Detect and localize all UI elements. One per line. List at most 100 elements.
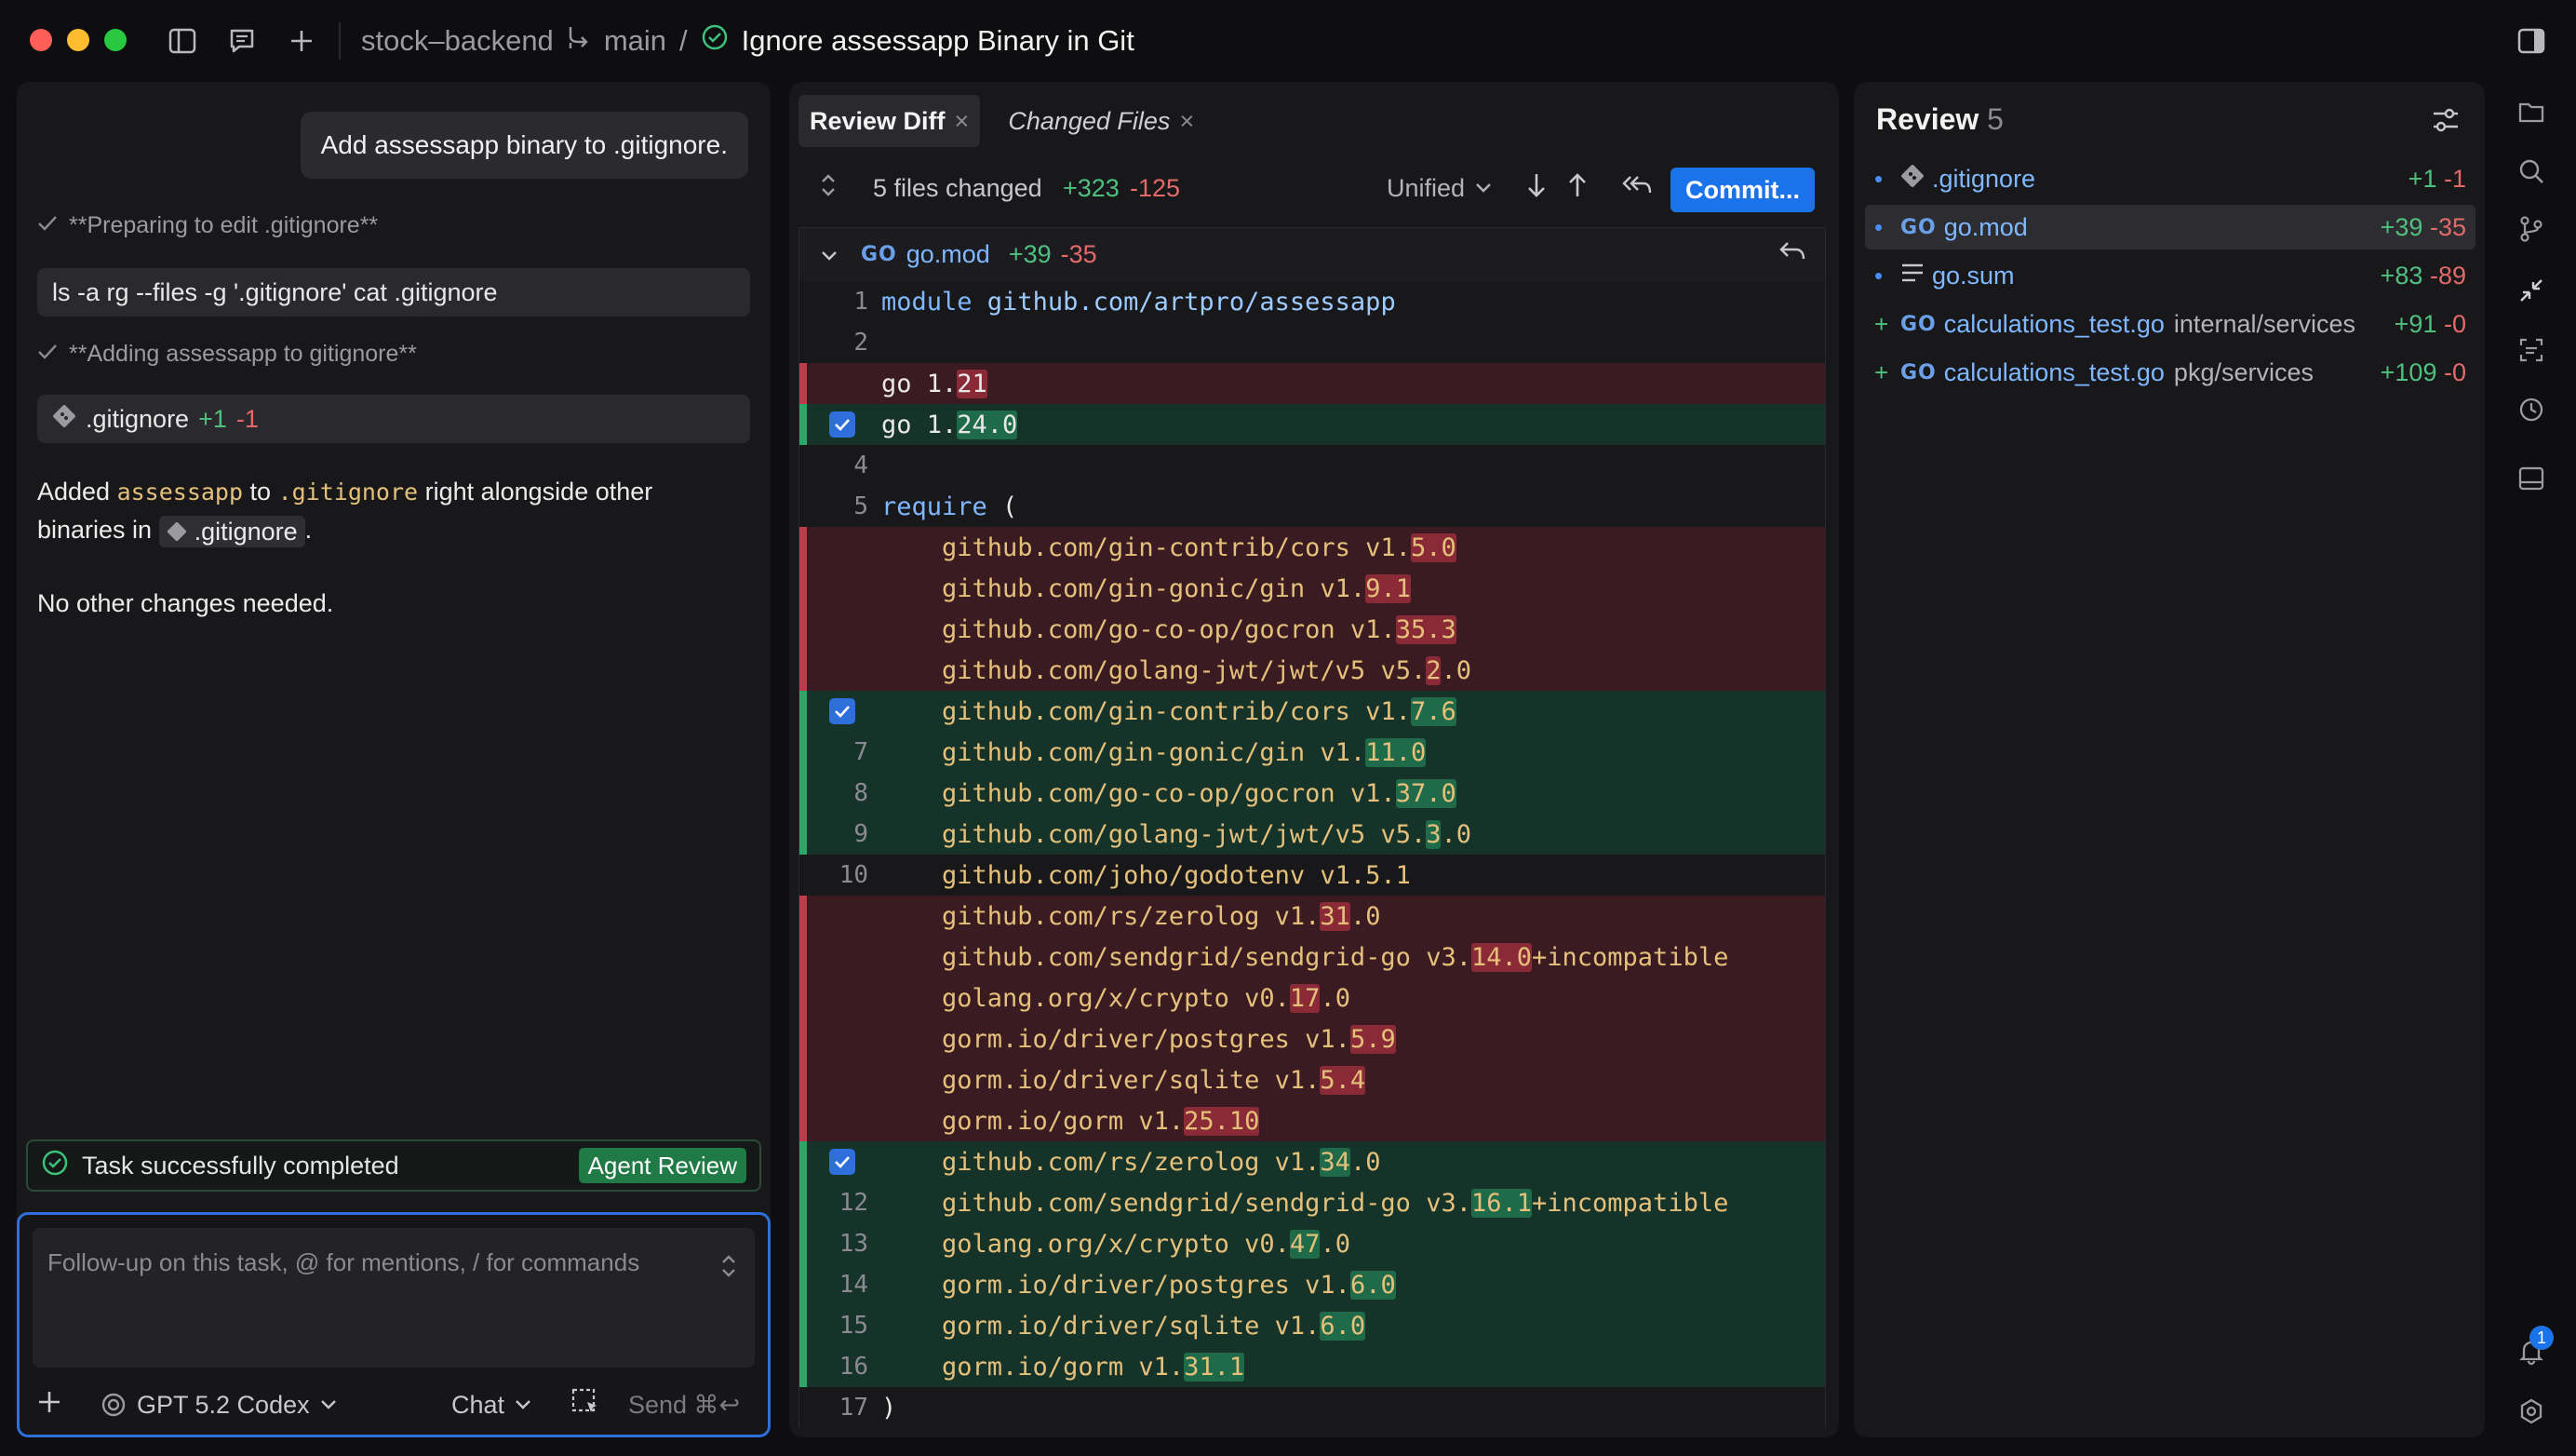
code-token: gorm.io/driver/sqlite (881, 1311, 1275, 1341)
sidebar-toggle-icon[interactable] (164, 22, 201, 60)
terminal-panel-icon[interactable] (2513, 460, 2550, 497)
previous-change-icon[interactable] (1565, 171, 1590, 206)
settings-icon[interactable] (2513, 1393, 2550, 1430)
follow-up-input[interactable]: Follow-up on this task, @ for mentions, … (33, 1228, 755, 1368)
select-region-icon[interactable] (570, 1387, 600, 1423)
review-file-stats: +109 -0 (2381, 358, 2466, 387)
close-icon[interactable]: × (955, 107, 970, 136)
change-marker: • (1874, 212, 1884, 241)
expand-all-icon[interactable] (819, 171, 838, 206)
line-number (799, 1018, 874, 1059)
code-token: .0 (1320, 983, 1350, 1013)
step-item[interactable]: **Adding assessapp to gitignore** (37, 341, 417, 368)
title-bar: stock–backend main / Ignore assessapp Bi… (0, 0, 2576, 82)
review-count: 5 (1987, 102, 2004, 136)
diff-line: 2 (799, 322, 1825, 363)
file-chip[interactable]: .gitignore (158, 515, 305, 547)
code-token: v1. (1274, 1311, 1321, 1341)
expand-icon[interactable] (719, 1252, 738, 1285)
scan-icon[interactable] (2513, 331, 2550, 369)
code-text: github.com/sendgrid/sendgrid-go v3.16.1+… (874, 1188, 1728, 1218)
line-number (799, 404, 874, 445)
agent-review-button[interactable]: Agent Review (578, 1148, 746, 1183)
branch-name[interactable]: main (604, 24, 666, 58)
review-file-item[interactable]: • GO go.mod +39 -35 (1865, 205, 2475, 249)
diff-line-added: 16 gorm.io/gorm v1.31.1 (799, 1346, 1825, 1387)
assistant-reply: Added assessapp to .gitignore right alon… (37, 473, 745, 548)
revert-all-icon[interactable] (1621, 172, 1653, 205)
reply-text: Added (37, 478, 117, 506)
right-panel-toggle-icon[interactable] (2513, 22, 2550, 60)
line-checkbox[interactable] (829, 698, 855, 724)
history-icon[interactable] (2513, 391, 2550, 428)
step-item[interactable]: **Preparing to edit .gitignore** (37, 212, 378, 239)
command-block[interactable]: ls -a rg --files -g '.gitignore' cat .gi… (37, 268, 750, 317)
code-token: gorm.io/driver/postgres (881, 1270, 1306, 1300)
filter-settings-icon[interactable] (2431, 106, 2461, 139)
file-change-chip[interactable]: .gitignore +1 -1 (37, 395, 750, 443)
changed-token: 35.3 (1395, 614, 1456, 644)
notifications-bell-icon[interactable]: 1 (2513, 1326, 2554, 1370)
code-text: ) (874, 1394, 896, 1422)
close-window-button[interactable] (30, 29, 52, 51)
view-mode-dropdown[interactable]: Unified (1387, 174, 1493, 203)
line-checkbox[interactable] (829, 1149, 855, 1175)
review-file-stats: +83 -89 (2381, 262, 2466, 290)
folder-icon[interactable] (2513, 93, 2550, 130)
diff-file-header[interactable]: GO go.mod +39 -35 (798, 227, 1826, 281)
step-text: **Adding assessapp to gitignore** (69, 341, 417, 367)
diff-line-removed: github.com/rs/zerolog v1.31.0 (799, 896, 1825, 937)
inline-code: assessapp (116, 479, 244, 506)
code-token: v1. (1274, 1065, 1321, 1095)
code-token: github.com/joho/godotenv v1.5.1 (881, 860, 1411, 890)
code-text: gorm.io/driver/sqlite v1.5.4 (874, 1065, 1366, 1095)
line-checkbox[interactable] (829, 411, 855, 438)
line-number (799, 650, 874, 691)
send-button[interactable]: Send ⌘↩ (628, 1391, 740, 1420)
model-selector[interactable]: GPT 5.2 Codex (100, 1391, 338, 1420)
line-number: 7 (853, 738, 868, 766)
diff-line-added: github.com/rs/zerolog v1.34.0 (799, 1141, 1825, 1182)
next-change-icon[interactable] (1524, 171, 1549, 206)
reply-text: to (243, 478, 278, 506)
code-token: v1. (1349, 778, 1396, 808)
plus-icon[interactable] (36, 1389, 62, 1422)
total-deletions: -125 (1130, 173, 1181, 202)
review-file-item[interactable]: • go.sum +83 -89 (1865, 253, 2475, 298)
minimize-window-button[interactable] (67, 29, 89, 51)
collapse-chevron-icon[interactable] (820, 240, 839, 269)
code-token: github.com/go-co-op/gocron (881, 778, 1350, 808)
new-task-icon[interactable] (283, 22, 320, 60)
tab-changed-files[interactable]: Changed Files × (997, 95, 1205, 147)
composer-toolbar: GPT 5.2 Codex Chat Send ⌘↩ (20, 1379, 768, 1431)
task-title: Ignore assessapp Binary in Git (741, 24, 1134, 57)
review-file-stats: +39 -35 (2381, 213, 2466, 242)
project-name[interactable]: stock–backend (361, 24, 554, 58)
maximize-window-button[interactable] (104, 29, 127, 51)
close-icon[interactable]: × (1179, 107, 1194, 136)
mode-selector[interactable]: Chat (451, 1391, 532, 1420)
tab-label: Review Diff (810, 106, 946, 135)
compare-icon[interactable] (2513, 272, 2550, 309)
search-icon[interactable] (2513, 153, 2550, 190)
code-token: gorm.io/gorm (881, 1352, 1139, 1382)
chat-panel: Add assessapp binary to .gitignore. **Pr… (17, 82, 771, 1437)
revert-file-icon[interactable] (1778, 239, 1806, 270)
changed-token: 6.0 (1320, 1311, 1366, 1341)
source-control-icon[interactable] (2513, 210, 2550, 248)
chat-icon[interactable] (223, 22, 261, 60)
commit-button[interactable]: Commit... (1670, 168, 1815, 212)
code-token: v1. (1138, 1352, 1185, 1382)
review-file-item[interactable]: + GO calculations_test.go pkg/services +109 … (1865, 350, 2475, 395)
line-number (799, 937, 874, 977)
code-token: module (881, 287, 973, 317)
review-file-item[interactable]: • .gitignore +1 -1 (1865, 156, 2475, 201)
tab-review-diff[interactable]: Review Diff × (798, 95, 981, 147)
line-number (799, 1100, 874, 1141)
code-token: github.com/gin-contrib/cors (881, 696, 1366, 726)
review-file-item[interactable]: + GO calculations_test.go internal/services… (1865, 302, 2475, 346)
model-icon (101, 1393, 126, 1417)
code-text: gorm.io/driver/postgres v1.5.9 (874, 1024, 1396, 1054)
code-token: gorm.io/driver/postgres (881, 1024, 1306, 1054)
deletions-count: -1 (235, 404, 259, 433)
